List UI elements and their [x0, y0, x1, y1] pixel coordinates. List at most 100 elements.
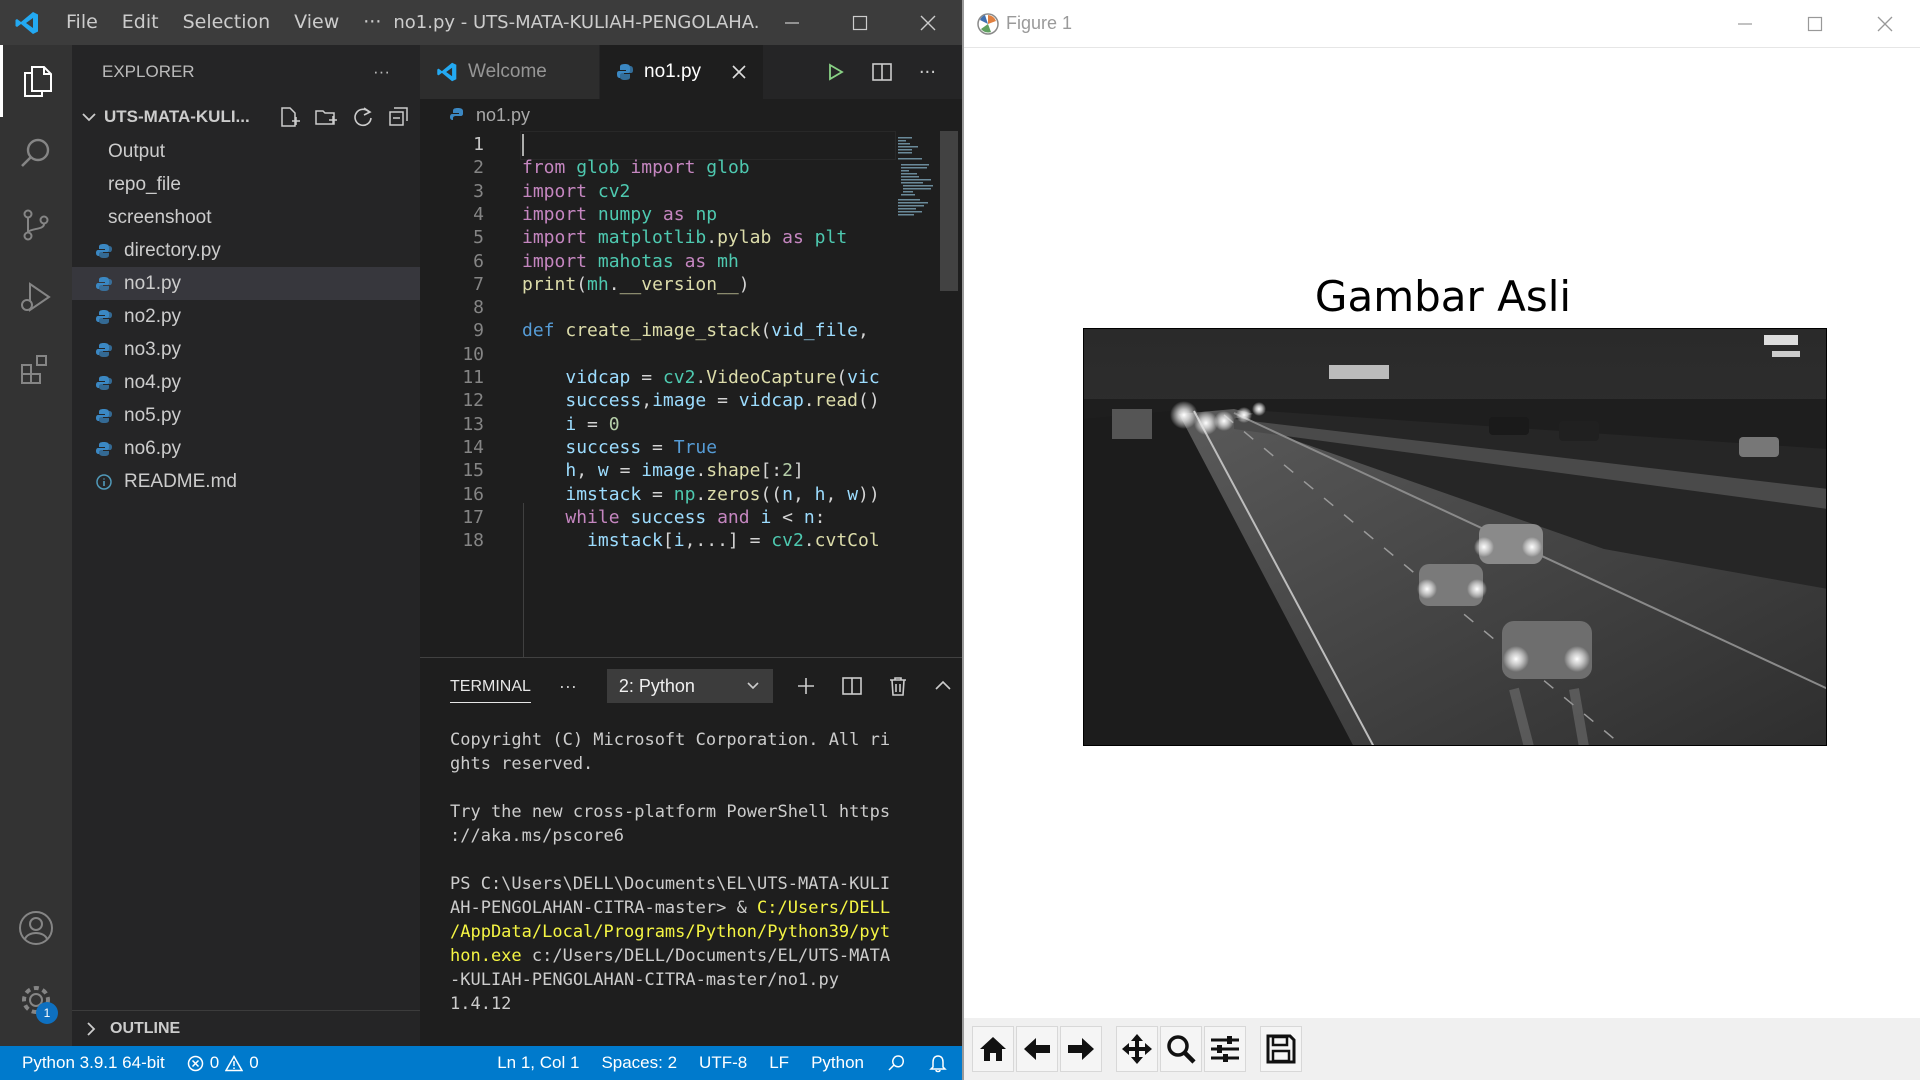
tree-file[interactable]: no1.py — [72, 267, 420, 300]
minimap-preview — [898, 137, 933, 216]
notifications-bell-icon[interactable] — [917, 1053, 962, 1073]
collapse-all-icon[interactable] — [388, 106, 410, 128]
terminal-output[interactable]: Copyright (C) Microsoft Corporation. All… — [450, 728, 950, 1016]
explorer-sidebar: EXPLORER ··· UTS-MATA-KULI... Output repo… — [72, 45, 420, 1046]
terminal-line: 1.4.12 — [450, 992, 950, 1016]
cursor-position[interactable]: Ln 1, Col 1 — [486, 1053, 590, 1073]
refresh-icon[interactable] — [352, 106, 374, 128]
terminal-line: Copyright (C) Microsoft Corporation. All… — [450, 728, 950, 752]
image-axes[interactable] — [1083, 328, 1827, 746]
terminal-text: Copyright (C) Microsoft Corporation. All… — [450, 730, 891, 750]
kill-terminal-icon[interactable] — [887, 675, 909, 697]
tree-item-label: Output — [108, 140, 166, 162]
run-debug-icon[interactable] — [0, 261, 72, 333]
new-file-icon[interactable] — [278, 106, 300, 128]
vscode-logo-icon — [0, 0, 54, 45]
warning-icon — [225, 1054, 244, 1071]
chevron-down-icon — [82, 113, 96, 122]
extensions-icon[interactable] — [0, 333, 72, 405]
maximize-panel-icon[interactable] — [933, 676, 953, 696]
terminal-highlight-text: hon.exe — [450, 946, 522, 966]
tab-no1-py[interactable]: no1.py — [600, 45, 764, 99]
split-terminal-icon[interactable] — [841, 675, 863, 697]
minimap[interactable] — [896, 131, 962, 657]
close-tab-icon[interactable] — [731, 64, 747, 80]
save-icon[interactable] — [1260, 1026, 1302, 1072]
menu-bar: File Edit Selection View ··· — [54, 0, 393, 45]
menu-file[interactable]: File — [54, 0, 110, 45]
tree-folder[interactable]: screenshoot — [72, 201, 420, 234]
python-file-icon — [450, 108, 463, 120]
pan-icon[interactable] — [1116, 1026, 1158, 1072]
tree-folder[interactable]: repo_file — [72, 168, 420, 201]
tree-file[interactable]: README.md — [72, 465, 420, 498]
title-bar: File Edit Selection View ··· no1.py - UT… — [0, 0, 962, 45]
figure-window-title: Figure 1 — [1006, 13, 1073, 33]
source-control-icon[interactable] — [0, 189, 72, 261]
settings-gear-icon[interactable]: 1 — [0, 964, 72, 1036]
problems-indicator[interactable]: 0 0 — [176, 1053, 270, 1073]
tree-file[interactable]: no3.py — [72, 333, 420, 366]
terminal-highlight-text: /AppData/Local/Programs/Python/Python39/… — [450, 922, 891, 942]
terminal-text: ://aka.ms/pscore6 — [450, 826, 624, 846]
forward-icon[interactable] — [1060, 1026, 1102, 1072]
encoding[interactable]: UTF-8 — [688, 1053, 758, 1073]
search-icon[interactable] — [0, 117, 72, 189]
figure-maximize-button[interactable] — [1780, 0, 1850, 48]
new-terminal-icon[interactable] — [795, 675, 817, 697]
window-title: no1.py - UTS-MATA-KULIAH-PENGOLAHA... — [393, 12, 758, 33]
terminal-line: ghts reserved. — [450, 752, 950, 776]
menu-selection[interactable]: Selection — [171, 0, 283, 45]
explorer-more-button[interactable]: ··· — [373, 62, 390, 82]
configure-subplots-icon[interactable] — [1204, 1026, 1246, 1072]
tab-welcome[interactable]: Welcome — [420, 45, 600, 99]
end-of-line[interactable]: LF — [758, 1053, 800, 1073]
outline-section[interactable]: OUTLINE — [72, 1010, 420, 1046]
tree-file[interactable]: no2.py — [72, 300, 420, 333]
tab-terminal[interactable]: TERMINAL — [450, 670, 531, 703]
python-interpreter[interactable]: Python 3.9.1 64-bit — [0, 1053, 176, 1073]
editor-scrollbar-thumb[interactable] — [940, 131, 958, 291]
figure-window: Figure 1 Gambar Asli — [962, 0, 1920, 1080]
back-icon[interactable] — [1016, 1026, 1058, 1072]
close-window-button[interactable] — [894, 0, 962, 45]
workspace-folder[interactable]: UTS-MATA-KULI... — [72, 99, 420, 135]
minimize-button[interactable] — [758, 0, 826, 45]
tree-folder[interactable]: Output — [72, 135, 420, 168]
indentation[interactable]: Spaces: 2 — [590, 1053, 688, 1073]
figure-minimize-button[interactable] — [1710, 0, 1780, 48]
explorer-icon[interactable] — [0, 45, 72, 117]
tree-file[interactable]: no4.py — [72, 366, 420, 399]
home-icon[interactable] — [972, 1026, 1014, 1072]
terminal-text: -KULIAH-PENGOLAHAN-CITRA-master/no1.py — [450, 970, 839, 990]
tree-file[interactable]: directory.py — [72, 234, 420, 267]
menu-view[interactable]: View — [282, 0, 351, 45]
figure-toolbar — [964, 1018, 1920, 1080]
language-mode[interactable]: Python — [800, 1053, 875, 1073]
run-python-file-icon[interactable] — [825, 62, 845, 82]
new-folder-icon[interactable] — [314, 106, 338, 128]
terminal-line: AH-PENGOLAHAN-CITRA-master> & C:/Users/D… — [450, 896, 950, 920]
tree-file[interactable]: no5.py — [72, 399, 420, 432]
zoom-icon[interactable] — [1160, 1026, 1202, 1072]
menu-edit[interactable]: Edit — [110, 0, 171, 45]
python-file-icon — [96, 408, 114, 424]
tree-file[interactable]: no6.py — [72, 432, 420, 465]
menu-more[interactable]: ··· — [351, 0, 393, 45]
panel-more-button[interactable]: ··· — [559, 676, 577, 697]
accounts-icon[interactable] — [0, 892, 72, 964]
python-file-icon — [617, 64, 633, 80]
split-editor-icon[interactable] — [871, 61, 893, 83]
terminal-highlight-text: C:/Users/DELL — [757, 898, 891, 918]
breadcrumb-file[interactable]: no1.py — [476, 105, 530, 126]
code-line[interactable]: 18 imstack[i,...] = cv2.cvtCol — [420, 527, 896, 556]
editor-more-button[interactable]: ··· — [919, 62, 936, 83]
figure-close-button[interactable] — [1850, 0, 1920, 48]
tree-item-label: no1.py — [124, 272, 182, 294]
terminal-select[interactable]: 2: Python — [606, 669, 773, 703]
feedback-icon[interactable] — [875, 1053, 917, 1073]
maximize-button[interactable] — [826, 0, 894, 45]
error-icon — [187, 1055, 203, 1071]
chevron-right-icon — [72, 144, 98, 160]
code-editor[interactable]: 1 2 from glob import glob 3 import cv2 4 impor… — [420, 131, 896, 657]
